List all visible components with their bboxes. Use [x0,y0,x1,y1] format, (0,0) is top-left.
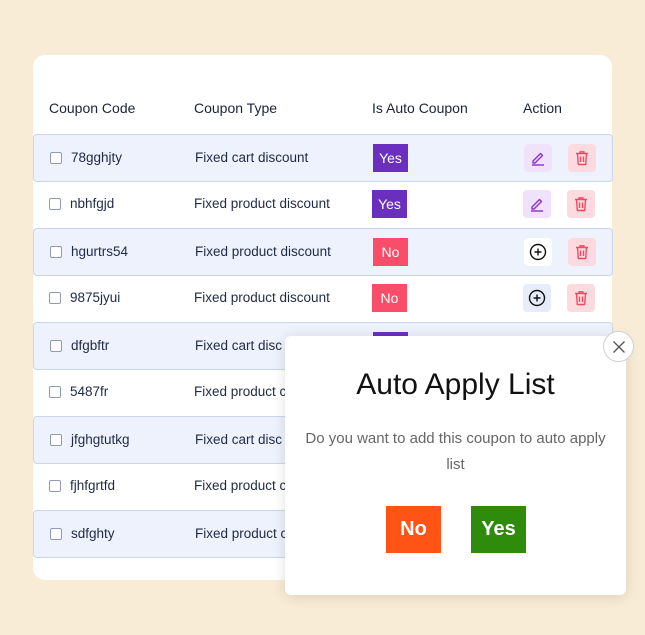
table-header: Coupon Code Coupon Type Is Auto Coupon A… [33,100,612,120]
add-auto-apply-button[interactable] [524,238,552,266]
auto-coupon-badge[interactable]: No [373,238,408,266]
coupon-type: Fixed product discount [194,196,330,211]
modal-title: Auto Apply List [356,368,555,401]
table-row: 9875jyui Fixed product discount No [33,275,613,323]
delete-button[interactable] [567,284,595,312]
coupon-code: jfghgtutkg [71,432,130,447]
add-auto-apply-button[interactable] [523,284,551,312]
row-checkbox[interactable] [49,198,61,210]
coupon-code: dfgbftr [71,338,110,353]
row-checkbox[interactable] [50,528,62,540]
row-checkbox[interactable] [49,386,61,398]
coupon-type: Fixed product discount [195,244,331,259]
coupon-type: Fixed product c [195,526,288,541]
modal-message: Do you want to add this coupon to auto a… [305,430,606,473]
row-checkbox[interactable] [49,292,61,304]
coupon-type: Fixed product c [194,384,287,399]
coupon-type: Fixed product c [194,478,287,493]
trash-icon [576,245,588,260]
table-row: 78gghjty Fixed cart discount Yes [33,134,613,182]
trash-icon [575,197,587,212]
close-icon [612,340,625,353]
coupon-type: Fixed cart discount [195,150,309,165]
plus-circle-icon [528,289,546,307]
edit-button[interactable] [524,144,552,172]
row-checkbox[interactable] [49,480,61,492]
row-checkbox[interactable] [50,434,62,446]
coupon-code: sdfghty [71,526,115,541]
trash-icon [576,151,588,166]
modal-close-button[interactable] [603,331,634,362]
coupon-code: fjhfgrtfd [70,478,116,493]
header-action: Action [523,100,562,116]
row-checkbox[interactable] [50,152,62,164]
table-row: nbhfgjd Fixed product discount Yes [33,181,613,229]
plus-circle-icon [529,243,547,261]
modal-yes-button[interactable]: Yes [471,506,526,553]
auto-coupon-badge[interactable]: Yes [373,144,408,172]
row-checkbox[interactable] [50,340,62,352]
coupon-code: 5487fr [70,384,109,399]
coupon-code: hgurtrs54 [71,244,129,259]
pencil-icon [531,198,543,212]
auto-apply-modal: Auto Apply List Do you want to add this … [285,336,626,595]
coupon-code: nbhfgjd [70,196,115,211]
delete-button[interactable] [568,144,596,172]
coupon-type: Fixed cart disc [195,432,283,447]
trash-icon [575,291,587,306]
coupon-type: Fixed cart disc [195,338,283,353]
table-row: hgurtrs54 Fixed product discount No [33,228,613,276]
coupon-code: 78gghjty [71,150,123,165]
coupon-type: Fixed product discount [194,290,330,305]
auto-coupon-badge[interactable]: Yes [372,190,407,218]
header-is-auto-coupon: Is Auto Coupon [372,100,468,116]
edit-button[interactable] [523,190,551,218]
row-checkbox[interactable] [50,246,62,258]
pencil-icon [532,152,544,166]
coupon-code: 9875jyui [70,290,121,305]
delete-button[interactable] [567,190,595,218]
modal-no-button[interactable]: No [386,506,441,553]
header-coupon-code: Coupon Code [49,100,136,116]
auto-coupon-badge[interactable]: No [372,284,407,312]
delete-button[interactable] [568,238,596,266]
header-coupon-type: Coupon Type [194,100,278,116]
